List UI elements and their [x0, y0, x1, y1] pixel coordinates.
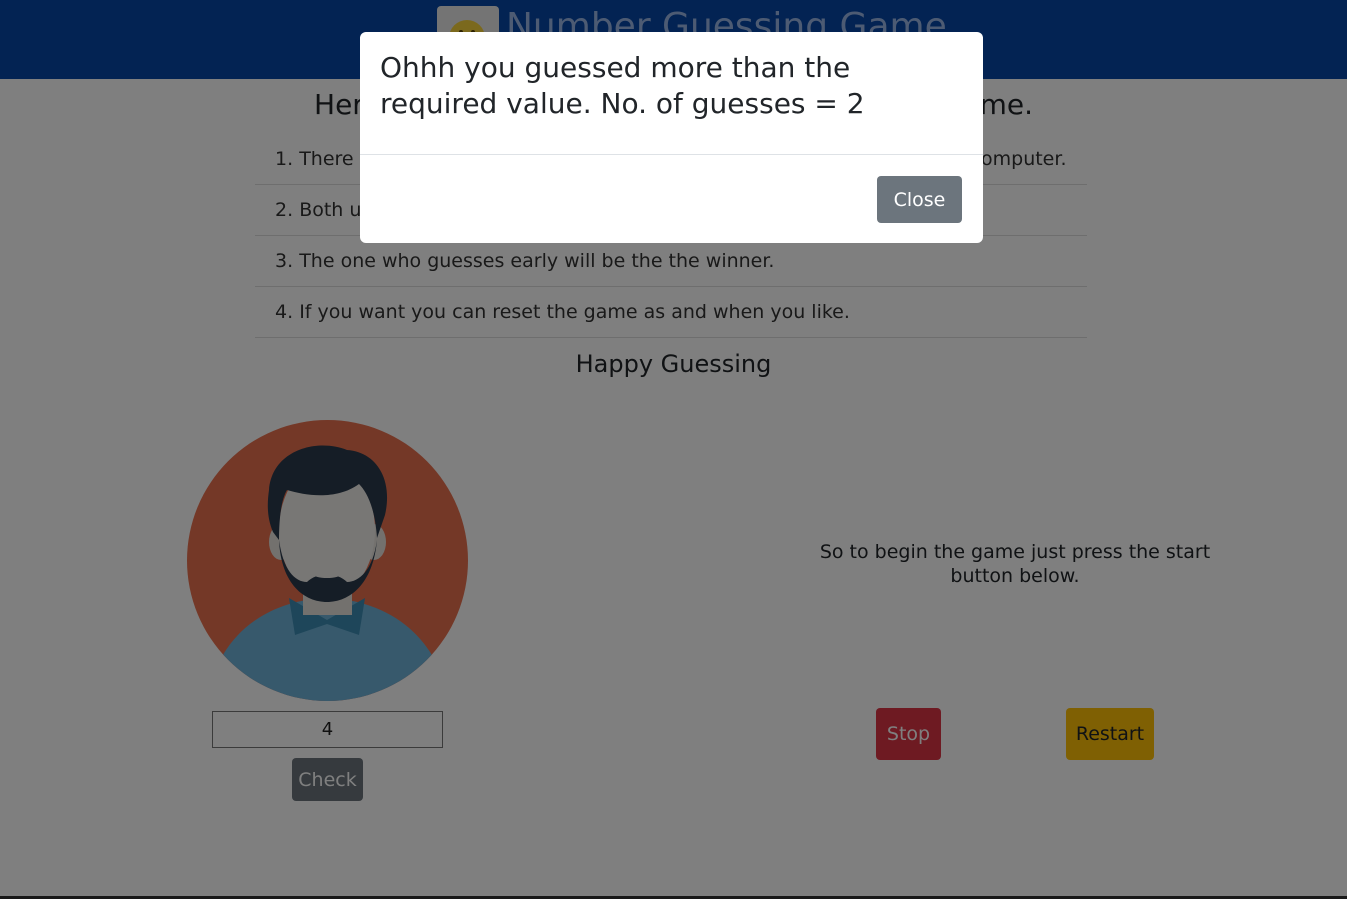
close-button[interactable]: Close	[877, 176, 962, 223]
result-modal: Ohhh you guessed more than the required …	[360, 32, 983, 243]
modal-divider	[360, 154, 983, 155]
modal-message: Ohhh you guessed more than the required …	[380, 51, 865, 120]
